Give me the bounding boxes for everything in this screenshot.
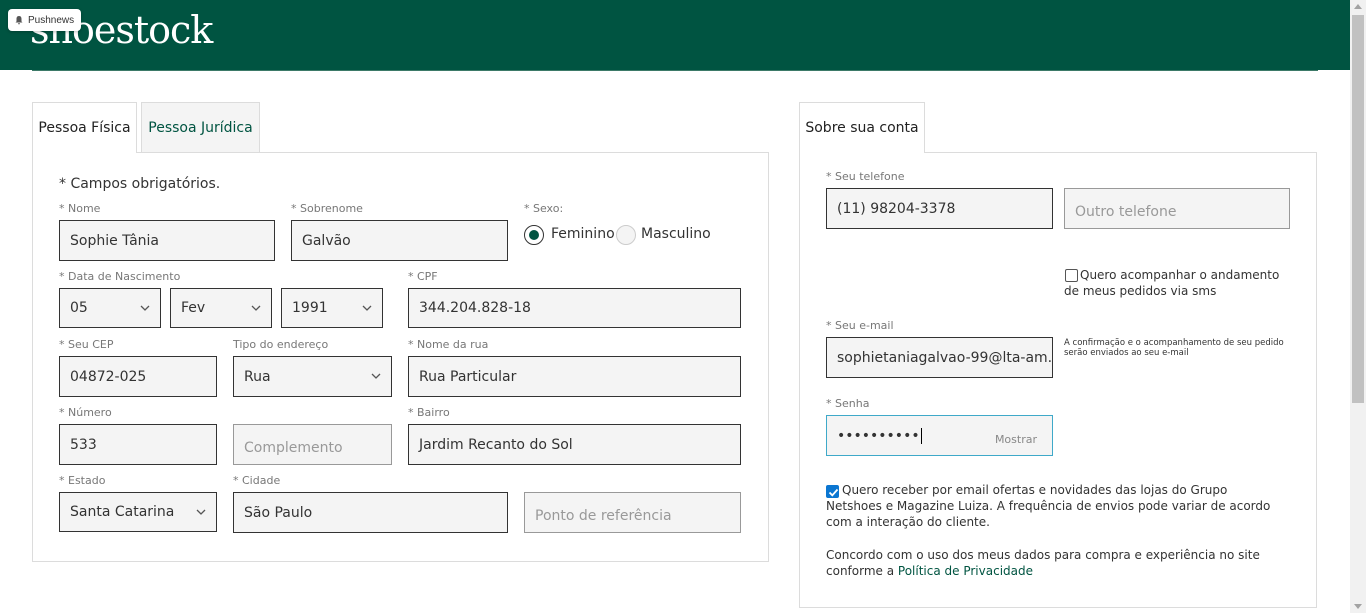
complemento-input[interactable]: Complemento: [233, 424, 392, 465]
estado-select[interactable]: Santa Catarina: [59, 492, 217, 532]
chevron-down-icon: [196, 509, 206, 515]
cidade-value: São Paulo: [244, 504, 313, 521]
cidade-input[interactable]: São Paulo: [233, 492, 508, 533]
bairro-value: Jardim Recanto do Sol: [419, 436, 573, 453]
tab-sobre-sua-conta[interactable]: Sobre sua conta: [799, 102, 925, 153]
cidade-label: * Cidade: [233, 474, 281, 487]
referencia-placeholder: Ponto de referência: [535, 507, 672, 524]
text-caret: [920, 427, 922, 444]
cpf-label: * CPF: [408, 270, 438, 283]
nome-value: Sophie Tânia: [70, 232, 160, 249]
referencia-input[interactable]: Ponto de referência: [524, 492, 741, 533]
birth-year-value: 1991: [292, 300, 328, 316]
estado-value: Santa Catarina: [70, 504, 175, 520]
header-divider: [32, 70, 1318, 71]
sms-checkbox-label[interactable]: Quero acompanhar o andamento de meus ped…: [1064, 267, 1290, 299]
sobrenome-value: Galvão: [302, 232, 351, 249]
scroll-down-icon[interactable]: [1354, 604, 1362, 609]
outro-telefone-placeholder: Outro telefone: [1075, 203, 1177, 220]
nascimento-label: * Data de Nascimento: [59, 270, 181, 283]
scroll-up-icon[interactable]: [1354, 4, 1362, 9]
bairro-input[interactable]: Jardim Recanto do Sol: [408, 424, 741, 465]
privacy-consent-text: Concordo com o uso dos meus dados para c…: [826, 547, 1296, 579]
birth-year-select[interactable]: 1991: [281, 288, 383, 328]
email-input[interactable]: sophietaniagalvao-99@lta-am.com: [826, 337, 1053, 378]
telefone-input[interactable]: (11) 98204-3378: [826, 188, 1053, 229]
chevron-down-icon: [371, 373, 381, 379]
email-label: * Seu e-mail: [826, 319, 894, 332]
privacy-text: Concordo com o uso dos meus dados para c…: [826, 548, 1260, 578]
rua-label: * Nome da rua: [408, 338, 489, 351]
numero-input[interactable]: 533: [59, 424, 217, 465]
page-scrollbar[interactable]: [1350, 0, 1366, 613]
telefone-value: (11) 98204-3378: [837, 200, 956, 217]
cep-label: * Seu CEP: [59, 338, 114, 351]
sobrenome-input[interactable]: Galvão: [291, 220, 508, 261]
complemento-placeholder: Complemento: [244, 439, 343, 456]
rua-input[interactable]: Rua Particular: [408, 356, 741, 397]
tab-pessoa-fisica[interactable]: Pessoa Física: [32, 102, 137, 153]
chevron-down-icon: [140, 305, 150, 311]
tipo-endereco-value: Rua: [244, 368, 271, 385]
mostrar-senha-button[interactable]: Mostrar: [995, 433, 1037, 446]
estado-label: * Estado: [59, 474, 106, 487]
email-note: A confirmação e o acompanhamento de seu …: [1064, 338, 1284, 358]
outro-telefone-input[interactable]: Outro telefone: [1064, 188, 1290, 229]
chevron-down-icon: [251, 305, 261, 311]
nome-input[interactable]: Sophie Tânia: [59, 220, 275, 261]
pushnews-badge[interactable]: Pushnews: [8, 9, 82, 31]
required-fields-note: * Campos obrigatórios.: [59, 176, 221, 192]
nome-label: * Nome: [59, 202, 101, 215]
cep-input[interactable]: 04872-025: [59, 356, 217, 397]
sexo-label: * Sexo:: [524, 202, 564, 215]
birth-day-select[interactable]: 05: [59, 288, 161, 328]
radio-masculino[interactable]: [616, 225, 636, 245]
sobrenome-label: * Sobrenome: [291, 202, 363, 215]
email-value: sophietaniagalvao-99@lta-am.com: [837, 349, 1053, 366]
birth-day-value: 05: [70, 300, 88, 316]
privacy-policy-link[interactable]: Política de Privacidade: [898, 564, 1033, 578]
birth-month-select[interactable]: Fev: [170, 288, 272, 328]
chevron-down-icon: [362, 305, 372, 311]
telefone-label: * Seu telefone: [826, 170, 905, 183]
senha-input[interactable]: •••••••••• Mostrar: [826, 415, 1053, 456]
numero-value: 533: [70, 436, 97, 453]
pushnews-label: Pushnews: [28, 14, 75, 26]
tab-label: Pessoa Jurídica: [148, 119, 253, 136]
tab-label: Sobre sua conta: [805, 120, 919, 136]
tipo-endereco-label: Tipo do endereço: [233, 338, 329, 351]
birth-month-value: Fev: [181, 300, 206, 316]
tab-pessoa-juridica[interactable]: Pessoa Jurídica: [141, 102, 260, 152]
scrollbar-thumb[interactable]: [1352, 15, 1364, 403]
site-header: shoestock: [0, 0, 1350, 70]
feminino-label[interactable]: Feminino: [551, 226, 615, 242]
tab-label: Pessoa Física: [38, 120, 131, 136]
radio-feminino[interactable]: [524, 225, 544, 245]
rua-value: Rua Particular: [419, 368, 517, 385]
cep-value: 04872-025: [70, 368, 147, 385]
newsletter-checkbox-label[interactable]: Quero receber por email ofertas e novida…: [826, 482, 1286, 530]
tipo-endereco-select[interactable]: Rua: [233, 356, 392, 397]
senha-label: * Senha: [826, 397, 870, 410]
bell-icon: [15, 16, 23, 25]
senha-value: ••••••••••: [837, 427, 920, 444]
masculino-label[interactable]: Masculino: [641, 226, 711, 242]
cpf-value: 344.204.828-18: [419, 300, 531, 316]
numero-label: * Número: [59, 406, 112, 419]
cpf-input[interactable]: 344.204.828-18: [408, 288, 741, 328]
bairro-label: * Bairro: [408, 406, 450, 419]
